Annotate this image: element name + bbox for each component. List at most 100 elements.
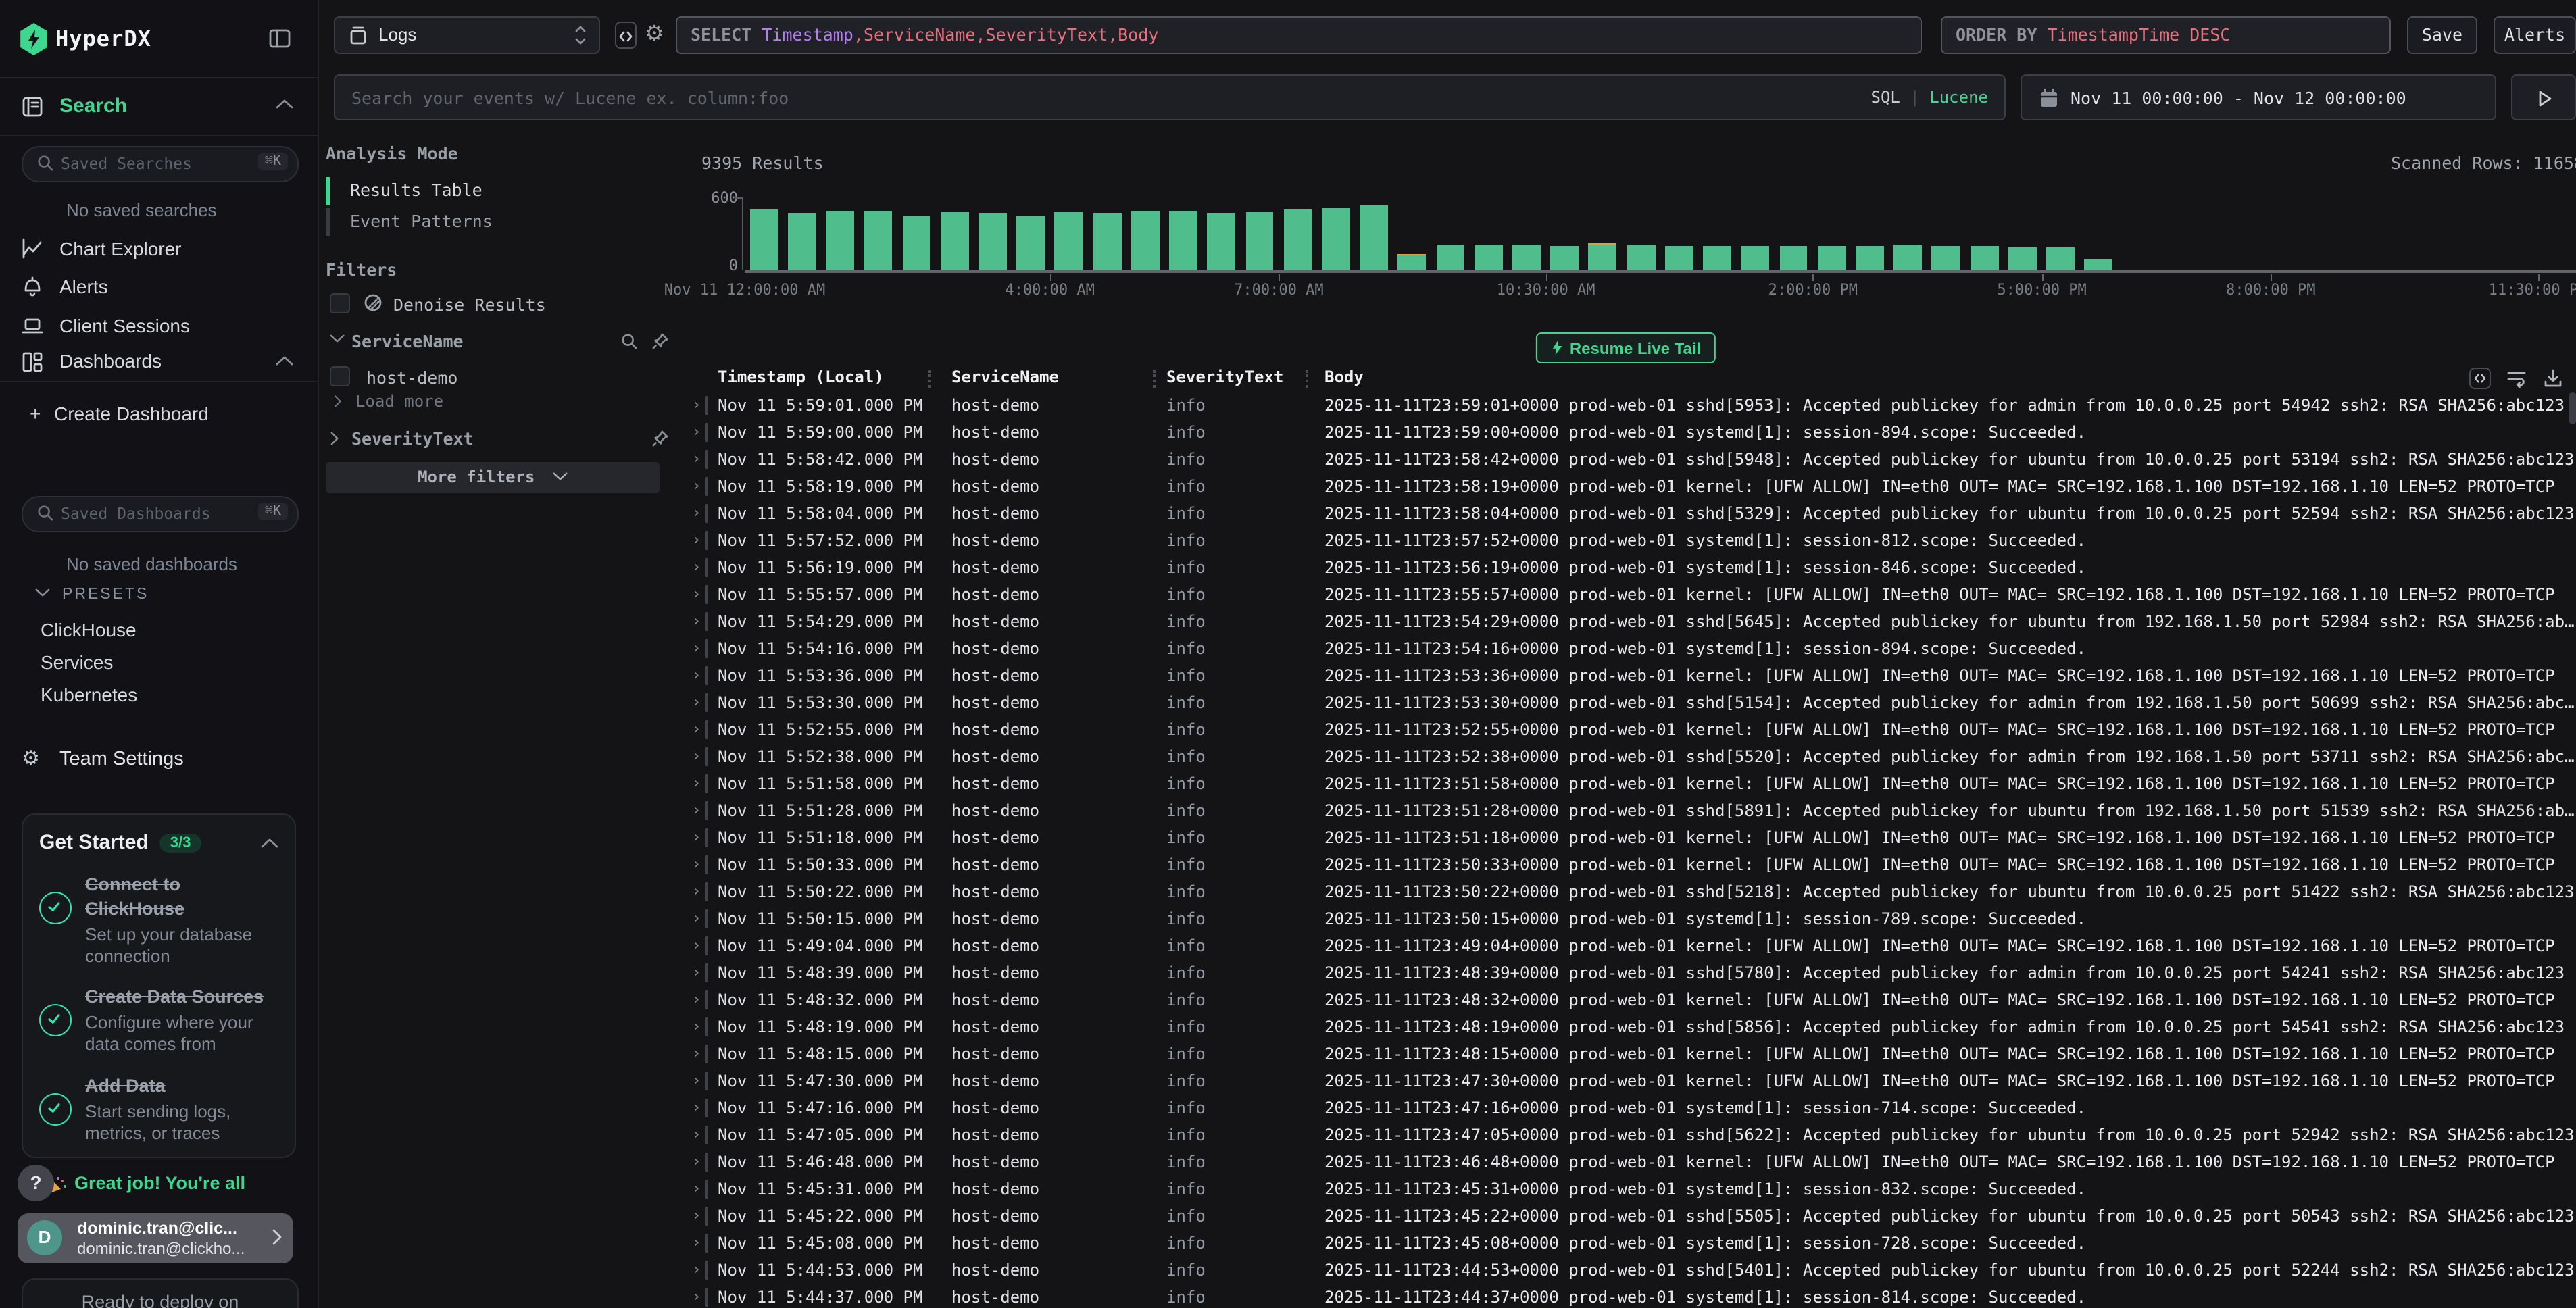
col-servicename[interactable]: ServiceName [951, 368, 1059, 386]
table-row[interactable]: ›Nov 11 5:54:29.000 PMhost-demoinfo2025-… [676, 608, 2576, 635]
pin-icon[interactable] [651, 332, 669, 350]
lang-sql[interactable]: SQL [1871, 88, 1900, 107]
table-row[interactable]: ›Nov 11 5:45:08.000 PMhost-demoinfo2025-… [676, 1230, 2576, 1257]
row-expand-icon[interactable]: › [692, 797, 701, 824]
row-expand-icon[interactable]: › [692, 500, 701, 527]
table-row[interactable]: ›Nov 11 5:49:04.000 PMhost-demoinfo2025-… [676, 932, 2576, 959]
get-started-item[interactable]: Connect to ClickHouseSet up your databas… [39, 873, 278, 967]
sidebar-item-dashboards[interactable]: Dashboards [0, 346, 318, 382]
sidebar-item-preset-kubernetes[interactable]: Kubernetes [41, 684, 137, 705]
row-expand-icon[interactable]: › [692, 959, 701, 986]
row-expand-icon[interactable]: › [692, 1067, 701, 1095]
chevron-up-icon[interactable] [261, 837, 278, 848]
row-expand-icon[interactable]: › [692, 1284, 701, 1308]
table-row[interactable]: ›Nov 11 5:59:01.000 PMhost-demoinfo2025-… [676, 392, 2576, 419]
user-menu[interactable]: D dominic.tran@clic... dominic.tran@clic… [18, 1213, 293, 1263]
histogram-bar[interactable] [1970, 247, 1998, 270]
analysis-mode-results-table[interactable]: Results Table [326, 176, 664, 207]
search-input[interactable]: Search your events w/ Lucene ex. column:… [334, 74, 2006, 120]
histogram-bar[interactable] [1551, 245, 1579, 270]
table-row[interactable]: ›Nov 11 5:50:15.000 PMhost-demoinfo2025-… [676, 905, 2576, 932]
sidebar-item-chart-explorer[interactable]: Chart Explorer [0, 232, 318, 268]
table-row[interactable]: ›Nov 11 5:46:48.000 PMhost-demoinfo2025-… [676, 1149, 2576, 1176]
table-row[interactable]: ›Nov 11 5:51:28.000 PMhost-demoinfo2025-… [676, 797, 2576, 824]
histogram-bar[interactable] [1741, 246, 1770, 270]
row-expand-icon[interactable]: › [692, 473, 701, 500]
table-row[interactable]: ›Nov 11 5:52:38.000 PMhost-demoinfo2025-… [676, 743, 2576, 770]
column-resize-handle[interactable] [1306, 370, 1314, 388]
table-row[interactable]: ›Nov 11 5:48:32.000 PMhost-demoinfo2025-… [676, 986, 2576, 1013]
language-toggle[interactable]: SQL | Lucene [1871, 88, 1989, 107]
col-severitytext[interactable]: SeverityText [1166, 368, 1283, 386]
histogram-bar[interactable] [1208, 213, 1236, 270]
row-expand-icon[interactable]: › [692, 392, 701, 419]
table-row[interactable]: ›Nov 11 5:50:33.000 PMhost-demoinfo2025-… [676, 851, 2576, 878]
get-started-item[interactable]: Add DataStart sending logs, metrics, or … [39, 1074, 278, 1144]
row-expand-icon[interactable]: › [692, 878, 701, 905]
filter-group-servicename[interactable]: ServiceName [326, 330, 674, 354]
alerts-button[interactable]: Alerts [2494, 16, 2576, 54]
table-row[interactable]: ›Nov 11 5:48:39.000 PMhost-demoinfo2025-… [676, 959, 2576, 986]
sidebar-item-team-settings[interactable]: ⚙ Team Settings [0, 743, 318, 778]
filter-group-severitytext[interactable]: SeverityText [326, 427, 674, 451]
histogram-bar[interactable] [2046, 248, 2075, 270]
table-row[interactable]: ›Nov 11 5:47:30.000 PMhost-demoinfo2025-… [676, 1067, 2576, 1095]
date-range-picker[interactable]: Nov 11 00:00:00 - Nov 12 00:00:00 [2021, 74, 2496, 120]
presets-header[interactable]: PRESETS [35, 586, 149, 603]
histogram-bar[interactable] [1169, 211, 1197, 270]
histogram-bar[interactable] [1703, 247, 1731, 270]
table-row[interactable]: ›Nov 11 5:52:55.000 PMhost-demoinfo2025-… [676, 716, 2576, 743]
table-row[interactable]: ›Nov 11 5:44:37.000 PMhost-demoinfo2025-… [676, 1284, 2576, 1308]
histogram-bar[interactable] [902, 216, 931, 270]
row-expand-icon[interactable]: › [692, 446, 701, 473]
saved-dashboards-input[interactable]: Saved Dashboards ⌘K [22, 496, 299, 532]
save-button[interactable]: Save [2407, 16, 2477, 54]
col-body[interactable]: Body [1324, 368, 1364, 386]
row-expand-icon[interactable]: › [692, 1176, 701, 1203]
row-expand-icon[interactable]: › [692, 905, 701, 932]
histogram-bar[interactable] [788, 213, 816, 270]
select-clause-input[interactable]: SELECT Timestamp,ServiceName,SeverityTex… [676, 16, 1922, 54]
lang-lucene[interactable]: Lucene [1929, 88, 1988, 107]
histogram-bar[interactable] [1589, 243, 1617, 270]
histogram-bar[interactable] [1779, 245, 1808, 270]
histogram-bar[interactable] [864, 211, 893, 270]
table-row[interactable]: ›Nov 11 5:47:16.000 PMhost-demoinfo2025-… [676, 1095, 2576, 1122]
sidebar-item-search[interactable]: Search [0, 78, 318, 136]
table-row[interactable]: ›Nov 11 5:45:31.000 PMhost-demoinfo2025-… [676, 1176, 2576, 1203]
scrollbar-thumb[interactable] [2569, 392, 2576, 424]
row-expand-icon[interactable]: › [692, 635, 701, 662]
run-query-button[interactable] [2511, 74, 2576, 120]
resume-live-tail-button[interactable]: Resume Live Tail [1536, 332, 1716, 363]
table-row[interactable]: ›Nov 11 5:45:22.000 PMhost-demoinfo2025-… [676, 1203, 2576, 1230]
histogram-bar[interactable] [1818, 247, 1846, 270]
table-row[interactable]: ›Nov 11 5:53:36.000 PMhost-demoinfo2025-… [676, 662, 2576, 689]
column-resize-handle[interactable] [928, 370, 937, 388]
table-row[interactable]: ›Nov 11 5:56:19.000 PMhost-demoinfo2025-… [676, 554, 2576, 581]
sidebar-item-preset-services[interactable]: Services [41, 651, 113, 673]
histogram-bar[interactable] [2008, 247, 2037, 270]
table-row[interactable]: ›Nov 11 5:57:52.000 PMhost-demoinfo2025-… [676, 527, 2576, 554]
row-expand-icon[interactable]: › [692, 1203, 701, 1230]
row-expand-icon[interactable]: › [692, 716, 701, 743]
row-expand-icon[interactable]: › [692, 1230, 701, 1257]
sidebar-item-alerts[interactable]: Alerts [0, 270, 318, 305]
sidebar-item-client-sessions[interactable]: Client Sessions [0, 309, 318, 345]
histogram-bar[interactable] [1016, 216, 1045, 270]
row-expand-icon[interactable]: › [692, 581, 701, 608]
help-button[interactable]: ? [18, 1165, 54, 1201]
row-expand-icon[interactable]: › [692, 851, 701, 878]
table-row[interactable]: ›Nov 11 5:55:57.000 PMhost-demoinfo2025-… [676, 581, 2576, 608]
table-row[interactable]: ›Nov 11 5:50:22.000 PMhost-demoinfo2025-… [676, 878, 2576, 905]
table-row[interactable]: ›Nov 11 5:58:42.000 PMhost-demoinfo2025-… [676, 446, 2576, 473]
row-expand-icon[interactable]: › [692, 689, 701, 716]
column-resize-handle[interactable] [1153, 370, 1161, 388]
denoise-checkbox[interactable] [330, 293, 350, 313]
chevron-up-icon[interactable] [276, 99, 293, 109]
table-row[interactable]: ›Nov 11 5:51:18.000 PMhost-demoinfo2025-… [676, 824, 2576, 851]
table-row[interactable]: ›Nov 11 5:48:15.000 PMhost-demoinfo2025-… [676, 1040, 2576, 1067]
source-selector[interactable]: Logs [334, 16, 600, 54]
histogram-bar[interactable] [1475, 245, 1503, 270]
histogram-bar[interactable] [1893, 245, 1922, 270]
histogram-bar[interactable] [1131, 211, 1160, 270]
